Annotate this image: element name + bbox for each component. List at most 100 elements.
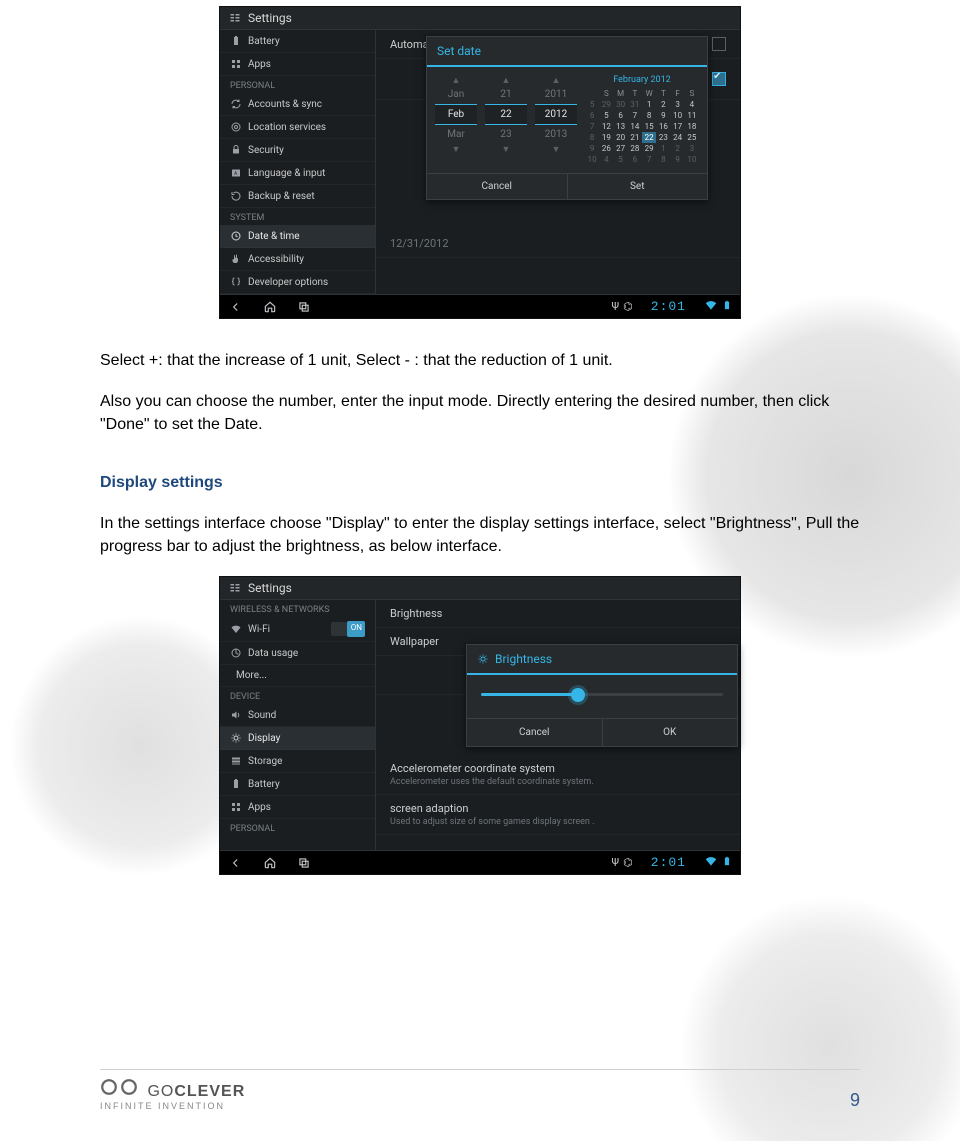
recent-icon[interactable] — [296, 299, 312, 315]
brightness-slider[interactable] — [481, 693, 723, 696]
hand-icon — [230, 253, 242, 265]
month-spinner[interactable]: ▲ Jan Feb Mar ▼ — [435, 75, 477, 165]
wifi-icon — [230, 623, 242, 635]
sidebar-item-label: Accounts & sync — [248, 99, 322, 110]
storage-icon — [230, 755, 242, 767]
system-navbar: Ψ ⌬ 2:01 — [220, 850, 740, 874]
calendar-title: February 2012 — [585, 75, 699, 85]
sidebar-item-label: Sound — [248, 710, 276, 721]
sidebar-item-accessibility[interactable]: Accessibility — [220, 248, 375, 271]
spinner-value: 21 — [500, 85, 511, 104]
sidebar-item-display[interactable]: Display — [220, 727, 375, 750]
page-number: 9 — [850, 1090, 860, 1111]
apps-icon — [230, 58, 242, 70]
brightness-icon — [477, 653, 489, 665]
sidebar-item-label: Battery — [248, 36, 280, 47]
wifi-toggle[interactable]: ON — [331, 622, 365, 636]
home-icon[interactable] — [262, 299, 278, 315]
spinner-value: 23 — [500, 125, 511, 144]
spinner-value-selected[interactable]: 2012 — [535, 104, 577, 125]
chevron-up-icon[interactable]: ▲ — [552, 75, 561, 85]
chevron-down-icon[interactable]: ▼ — [502, 144, 511, 154]
back-icon[interactable] — [228, 299, 244, 315]
settings-sidebar: Battery Apps PERSONAL Accounts & sync Lo… — [220, 30, 376, 294]
back-icon[interactable] — [228, 855, 244, 871]
sidebar-item-label: Date & time — [248, 231, 300, 242]
usb-icon: Ψ — [612, 300, 620, 313]
status-icons-right — [704, 298, 732, 315]
sidebar-item-language[interactable]: A Language & input — [220, 162, 375, 185]
sidebar-item-label: Location services — [248, 122, 326, 133]
sidebar-item-security[interactable]: Security — [220, 139, 375, 162]
wifi-icon — [704, 854, 718, 871]
sidebar-item-label: Security — [248, 145, 284, 156]
slider-thumb[interactable] — [571, 688, 585, 702]
option-label: Wallpaper — [390, 635, 439, 648]
checkbox-checked[interactable] — [712, 72, 726, 86]
option-accelerometer[interactable]: Accelerometer coordinate system Accelero… — [376, 755, 740, 795]
sidebar-item-battery[interactable]: Battery — [220, 773, 375, 796]
sidebar-item-label: Wi-Fi — [248, 624, 270, 635]
chevron-up-icon[interactable]: ▲ — [502, 75, 511, 85]
sidebar-category-personal: PERSONAL — [220, 76, 375, 93]
heading-display-settings: Display settings — [100, 471, 860, 494]
sidebar-item-developer[interactable]: Developer options — [220, 271, 375, 294]
checkbox[interactable] — [712, 37, 726, 51]
spinner-value: Jan — [448, 85, 464, 104]
display-icon — [230, 732, 242, 744]
sidebar-item-location[interactable]: Location services — [220, 116, 375, 139]
paragraph: In the settings interface choose "Displa… — [100, 512, 860, 558]
option-subtext: Used to adjust size of some games displa… — [390, 817, 726, 827]
dialog-title-text: Brightness — [495, 652, 552, 666]
spinner-value: 2011 — [545, 85, 567, 104]
system-navbar: Ψ ⌬ 2:01 — [220, 294, 740, 318]
set-button[interactable]: Set — [568, 174, 708, 199]
year-spinner[interactable]: ▲ 2011 2012 2013 ▼ — [535, 75, 577, 165]
calendar[interactable]: February 2012 SMTWTFS5293031123465678910… — [585, 75, 699, 165]
data-icon — [230, 647, 242, 659]
status-icons: Ψ ⌬ — [612, 856, 633, 869]
sidebar-item-apps[interactable]: Apps — [220, 53, 375, 76]
spinner-value-selected[interactable]: Feb — [435, 104, 477, 125]
sidebar-item-wifi[interactable]: Wi-Fi ON — [220, 617, 375, 642]
sidebar-category-wireless: WIRELESS & NETWORKS — [220, 600, 375, 617]
sidebar-item-label: Language & input — [248, 168, 325, 179]
chevron-down-icon[interactable]: ▼ — [552, 144, 561, 154]
sidebar-item-more[interactable]: More... — [220, 665, 375, 687]
sidebar-item-date-time[interactable]: Date & time — [220, 225, 375, 248]
option-brightness[interactable]: Brightness — [376, 600, 740, 628]
backup-icon — [230, 190, 242, 202]
clock-display: 2:01 — [651, 855, 686, 870]
home-icon[interactable] — [262, 855, 278, 871]
status-icons: Ψ ⌬ — [612, 300, 633, 313]
battery-icon — [722, 854, 732, 871]
sidebar-item-sound[interactable]: Sound — [220, 704, 375, 727]
dialog-title: Set date — [427, 37, 707, 67]
sidebar-item-label: Apps — [248, 802, 271, 813]
chevron-down-icon[interactable]: ▼ — [452, 144, 461, 154]
sidebar-item-battery[interactable]: Battery — [220, 30, 375, 53]
sidebar-item-backup[interactable]: Backup & reset — [220, 185, 375, 208]
sidebar-item-storage[interactable]: Storage — [220, 750, 375, 773]
sidebar-item-data-usage[interactable]: Data usage — [220, 642, 375, 665]
ok-button[interactable]: OK — [603, 719, 738, 746]
sidebar-item-apps[interactable]: Apps — [220, 796, 375, 819]
screenshot-brightness: Settings WIRELESS & NETWORKS Wi-Fi ON Da… — [219, 576, 741, 875]
sidebar-category-device: DEVICE — [220, 687, 375, 704]
clock-icon — [230, 230, 242, 242]
day-spinner[interactable]: ▲ 21 22 23 ▼ — [485, 75, 527, 165]
recent-icon[interactable] — [296, 855, 312, 871]
settings-title: Settings — [248, 581, 292, 595]
sidebar-category-system: SYSTEM — [220, 208, 375, 225]
spinner-value-selected[interactable]: 22 — [485, 104, 527, 125]
cancel-button[interactable]: Cancel — [427, 174, 568, 199]
sidebar-item-label: Apps — [248, 59, 271, 70]
sidebar-item-accounts-sync[interactable]: Accounts & sync — [220, 93, 375, 116]
sidebar-item-label: Battery — [248, 779, 280, 790]
chevron-up-icon[interactable]: ▲ — [452, 75, 461, 85]
sidebar-item-label: Storage — [248, 756, 282, 767]
option-screen-adaption[interactable]: screen adaption Used to adjust size of s… — [376, 795, 740, 835]
cancel-button[interactable]: Cancel — [467, 719, 603, 746]
option-date-value[interactable]: 12/31/2012 — [376, 230, 740, 258]
calendar-grid[interactable]: SMTWTFS529303112346567891011712131415161… — [585, 88, 699, 165]
